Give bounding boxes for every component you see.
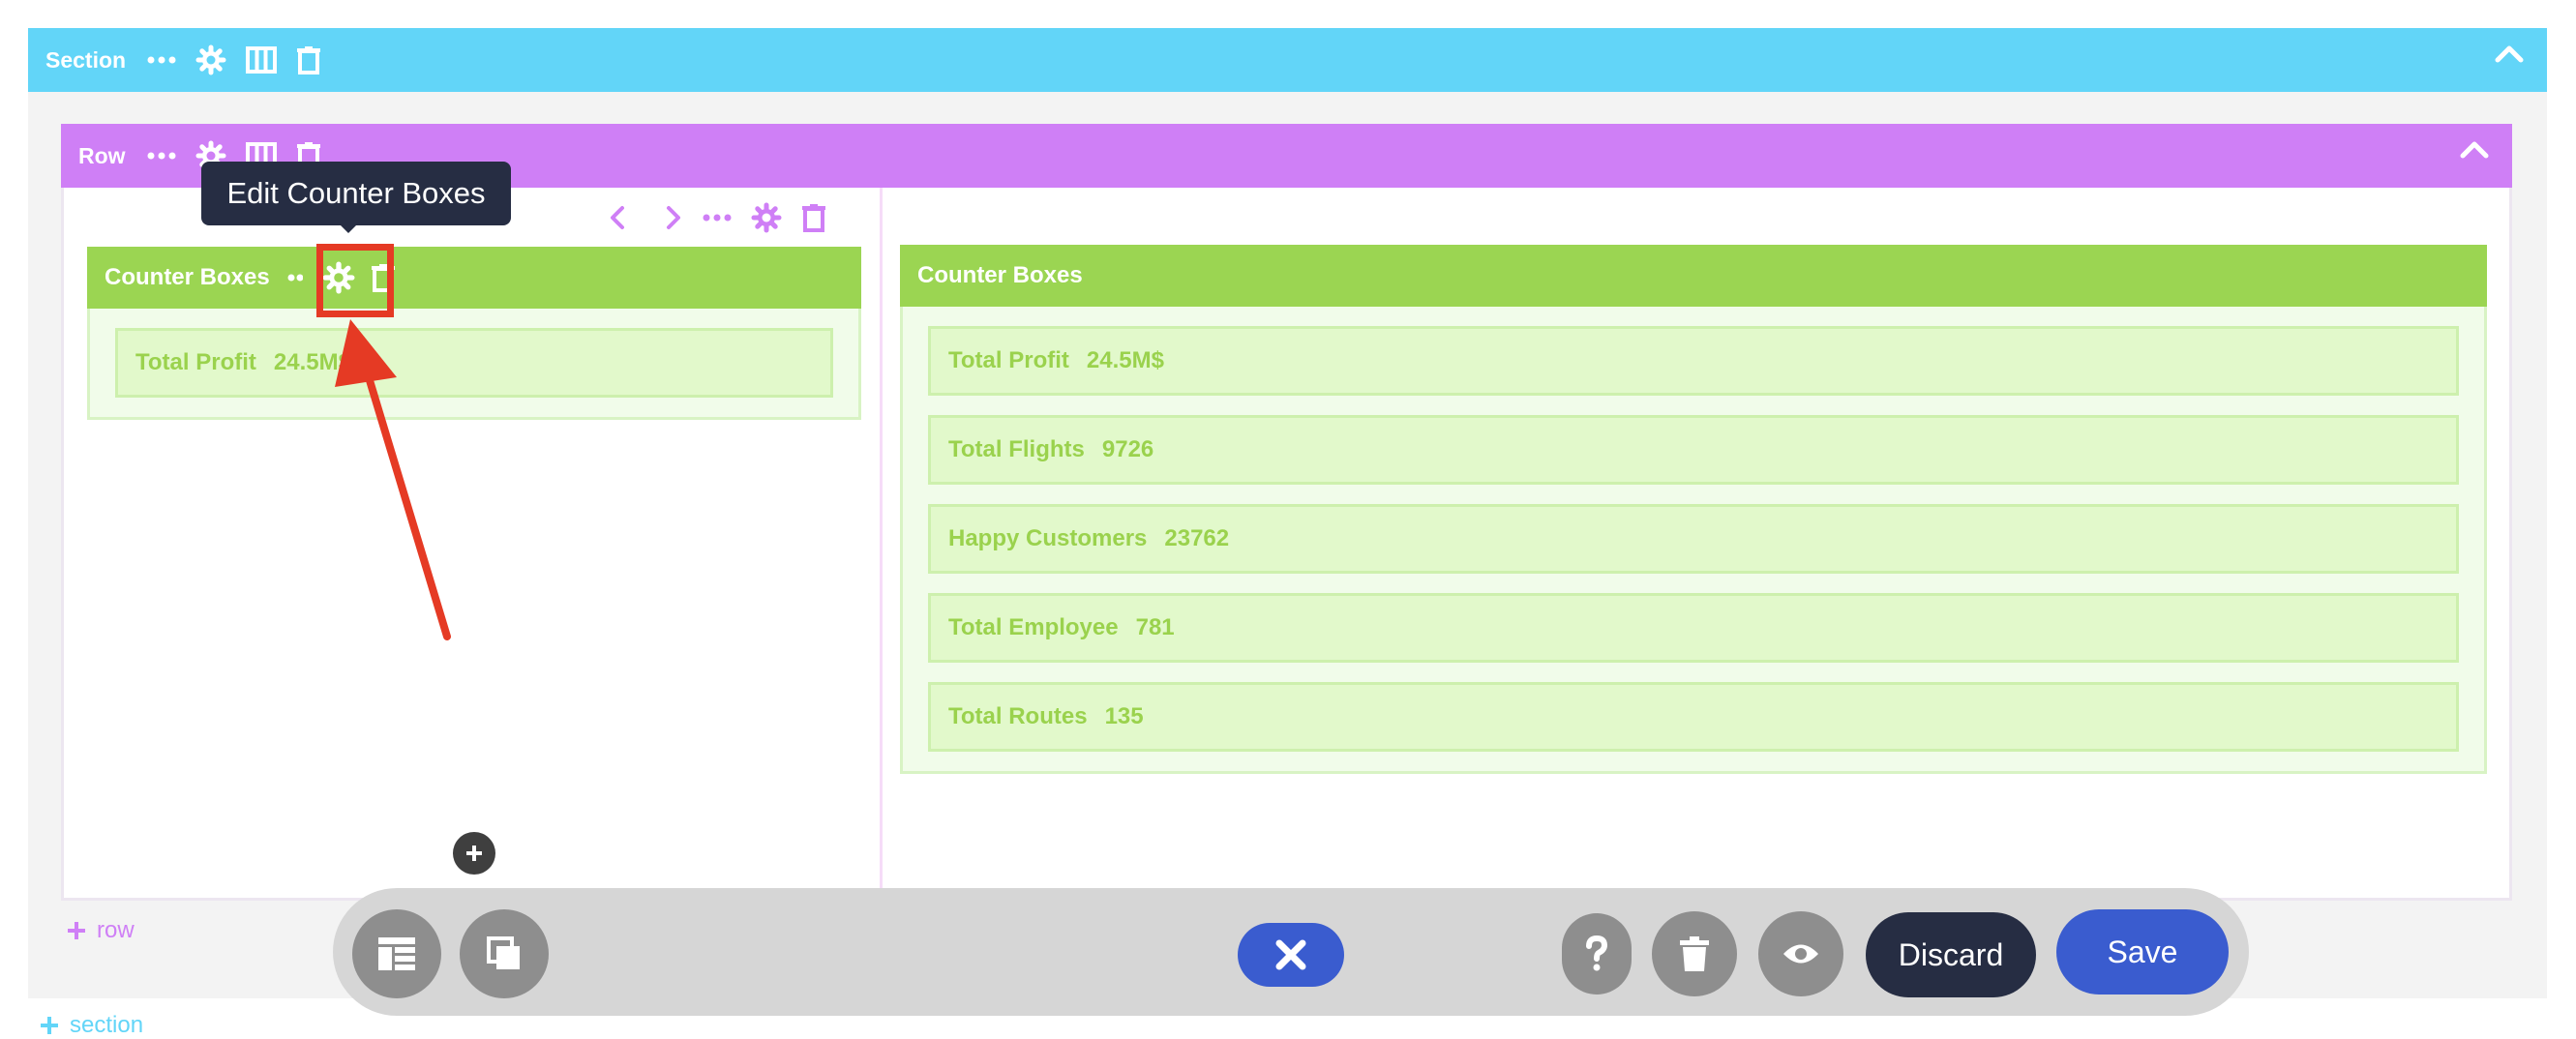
counter-value: 9726: [1101, 436, 1154, 462]
section-gear-icon[interactable]: [195, 45, 226, 75]
counter-label: Total Profit: [948, 347, 1069, 373]
section-collapse-chevron-up-icon[interactable]: [2495, 44, 2524, 63]
help-icon: [1581, 935, 1612, 973]
counter-item[interactable]: Total Profit 24.5M$: [115, 328, 833, 398]
counter-item[interactable]: Total Employee 781: [928, 593, 2459, 663]
counter-label: Happy Customers: [948, 525, 1148, 551]
module-title: Counter Boxes: [917, 262, 1083, 288]
eye-icon: [1782, 941, 1820, 966]
add-row-link[interactable]: row: [66, 917, 135, 944]
layers-icon: [486, 935, 523, 972]
add-section-link[interactable]: section: [39, 1012, 143, 1039]
counter-label: Total Profit: [135, 349, 256, 375]
counter-boxes-module-left[interactable]: Counter Boxes Total Profit 24.5M$: [87, 247, 861, 420]
trash-icon: [1678, 935, 1711, 972]
annotation-highlight-box: [316, 244, 394, 317]
row-collapse-chevron-up-icon[interactable]: [2460, 139, 2489, 159]
save-button[interactable]: Save: [2056, 909, 2229, 994]
counter-item[interactable]: Total Profit 24.5M$: [928, 326, 2459, 396]
counter-value: 23762: [1164, 525, 1230, 551]
counter-label: Total Flights: [948, 436, 1085, 462]
delete-button[interactable]: [1652, 911, 1737, 996]
annotation-arrow: [335, 319, 451, 640]
row-more-icon[interactable]: [147, 151, 176, 161]
section-columns-icon[interactable]: [246, 46, 278, 74]
column-gear-icon[interactable]: [751, 202, 782, 233]
section-trash-icon[interactable]: [296, 45, 321, 74]
counter-value: 24.5M$: [1086, 347, 1164, 373]
help-button[interactable]: [1562, 913, 1632, 994]
layout-icon: [377, 936, 416, 971]
column-divider: [880, 188, 883, 888]
module-body: Total Profit 24.5M$ Total Flights 9726 H…: [900, 307, 2487, 774]
tooltip: Edit Counter Boxes: [201, 162, 511, 225]
section-more-icon[interactable]: [147, 55, 176, 65]
add-row-plus-icon: [66, 920, 87, 941]
tooltip-arrow: [339, 223, 358, 233]
section-header[interactable]: Section: [28, 28, 2547, 92]
counter-value: 781: [1135, 614, 1175, 640]
counter-label: Total Employee: [948, 614, 1119, 640]
counter-item[interactable]: Total Flights 9726: [928, 415, 2459, 485]
module-more-icon[interactable]: [287, 273, 303, 282]
column-more-icon[interactable]: [703, 213, 732, 223]
module-title: Counter Boxes: [105, 264, 270, 290]
counter-item[interactable]: Total Routes 135: [928, 682, 2459, 752]
column-trash-icon[interactable]: [801, 203, 826, 232]
layout-button[interactable]: [352, 909, 441, 998]
counter-label: Total Routes: [948, 703, 1088, 729]
module-header[interactable]: Counter Boxes: [900, 245, 2487, 307]
column-toolbar: [608, 202, 826, 233]
tooltip-text: Edit Counter Boxes: [226, 176, 486, 210]
module-header[interactable]: Counter Boxes: [87, 247, 861, 309]
add-row-label: row: [97, 917, 135, 943]
module-body: Total Profit 24.5M$: [87, 309, 861, 420]
counter-value: 135: [1104, 703, 1144, 729]
preview-button[interactable]: [1758, 911, 1843, 996]
counter-boxes-module-right[interactable]: Counter Boxes Total Profit 24.5M$ Total …: [900, 245, 2487, 774]
add-section-plus-icon: [39, 1015, 60, 1036]
close-icon: [1274, 938, 1307, 971]
column-move-right-chevron-right-icon[interactable]: [664, 205, 683, 230]
section-label: Section: [45, 46, 127, 73]
discard-button[interactable]: Discard: [1866, 912, 2036, 997]
add-section-label: section: [70, 1012, 144, 1038]
close-button[interactable]: [1238, 923, 1344, 987]
layers-button[interactable]: [460, 909, 549, 998]
row-label: Row: [78, 142, 126, 168]
counter-item[interactable]: Happy Customers 23762: [928, 504, 2459, 574]
add-module-plus-icon[interactable]: [453, 832, 495, 875]
column-move-left-chevron-left-icon[interactable]: [608, 205, 627, 230]
